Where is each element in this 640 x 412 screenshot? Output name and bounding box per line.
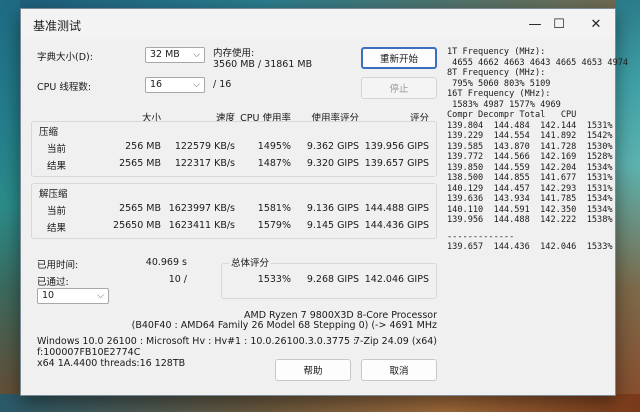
stop-button[interactable]: 停止 [361,77,437,99]
compress-current-cpu: 1495% [257,141,291,152]
decompress-result-speed: 1623411 KB/s [168,220,235,231]
log-line: 140.110 144.591 142.350 1534% [447,204,613,215]
dict-size-value: 32 MB [150,49,180,60]
os-info: Windows 10.0 26100 : Microsoft Hv : Hv#1… [37,336,357,347]
log-line: 139.850 144.559 142.204 1534% [447,162,613,173]
compress-result-label: 结果 [47,161,67,172]
log-line: 138.500 144.855 141.677 1531% [447,173,613,183]
window-title: 基准测试 [33,19,82,33]
arch-info: x64 1A.4400 threads:16 128TB [37,358,186,369]
decompress-current-size: 2565 MB [119,203,161,214]
log-line: 139.956 144.488 142.222 1538% [447,215,613,225]
passes-select-value: 10 [42,290,55,301]
compress-result-cpu: 1487% [257,158,291,169]
chevron-down-icon: ⌵ [97,291,104,301]
log-line: 139.772 144.566 142.169 1528% [447,152,613,162]
cancel-button[interactable]: 取消 [361,359,437,381]
total-rating: 142.046 GIPS [364,274,429,285]
log-line: 1T Frequency (MHz): [447,47,546,57]
passes-label: 已通过: [37,277,69,288]
log-line: Compr Decompr Total CPU [447,110,577,120]
passes-value: 10 / [168,274,187,285]
compress-result-size: 2565 MB [119,158,161,169]
log-line: 795% 5060 803% 5109 [447,78,551,89]
passes-select[interactable]: 10 ⌵ [37,288,109,304]
cpu-threads-total: / 16 [213,79,232,90]
compress-current-rating: 139.956 GIPS [364,141,429,152]
compress-title: 压缩 [39,127,59,138]
restart-button[interactable]: 重新开始 [361,47,437,69]
compress-current-rpu: 9.362 GIPS [306,141,359,152]
desktop-wallpaper-left [0,0,20,412]
dict-size-label: 字典大小(D): [37,52,93,63]
log-line: 4655 4662 4663 4643 4665 4653 4974 [447,57,629,68]
compress-current-speed: 122579 KB/s [174,141,235,152]
chevron-down-icon: ⌵ [193,50,200,60]
decompress-current-speed: 1623997 KB/s [168,203,235,214]
decompress-title: 解压缩 [39,189,68,200]
cpu-threads-label: CPU 线程数: [37,82,92,93]
maximize-button[interactable]: ☐ [539,9,579,39]
memory-value: 3560 MB / 31861 MB [213,59,313,70]
compress-result-rating: 139.657 GIPS [364,158,429,169]
decompress-result-rpu: 9.145 GIPS [306,220,359,231]
log-line: 1583% 4987 1577% 4969 [447,99,561,110]
log-line: 139.804 144.484 142.144 1531% [447,120,613,131]
cpu-threads-select[interactable]: 16 ⌵ [145,77,205,93]
decompress-current-rating: 144.488 GIPS [364,203,429,214]
help-button[interactable]: 帮助 [275,359,351,381]
close-button[interactable]: ✕ [576,9,616,39]
log-line: 139.585 143.870 141.728 1530% [447,141,613,152]
decompress-result-size: 25650 MB [113,220,161,231]
compress-current-label: 当前 [47,144,67,155]
compress-result-speed: 122317 KB/s [174,158,235,169]
log-line: 16T Frequency (MHz): [447,89,551,99]
app-version: 7-Zip 24.09 (x64) [353,336,437,347]
log-separator: ------------- [447,231,515,242]
cpu-threads-value: 16 [150,79,163,90]
system-flags: f:100007FB10E2774C [37,347,141,358]
total-rating-title: 总体评分 [229,255,272,269]
compress-result-rpu: 9.320 GIPS [306,158,359,169]
log-line: 140.129 144.457 142.293 1531% [447,183,613,194]
benchmark-log-panel: 1T Frequency (MHz): 4655 4662 4663 4643 … [447,47,629,253]
elapsed-label: 已用时间: [37,260,79,271]
cpu-details: (B40F40 : AMD64 Family 26 Model 68 Stepp… [131,320,437,331]
log-line: 8T Frequency (MHz): [447,68,546,78]
dict-size-select[interactable]: 32 MB ⌵ [145,47,205,63]
desktop-wallpaper-bottom [0,394,640,412]
log-line: 139.657 144.436 142.046 1533% [447,242,613,252]
title-bar[interactable]: 基准测试 — ☐ ✕ [21,9,615,39]
total-cpu: 1533% [257,274,291,285]
decompress-current-rpu: 9.136 GIPS [306,203,359,214]
chevron-down-icon: ⌵ [193,80,200,90]
log-line: 139.636 143.934 141.785 1534% [447,194,613,204]
total-rpu: 9.268 GIPS [306,274,359,285]
compress-current-size: 256 MB [125,141,161,152]
log-line: 139.229 144.554 141.892 1542% [447,131,613,141]
decompress-result-label: 结果 [47,223,67,234]
memory-label: 内存使用: [213,48,255,59]
decompress-current-label: 当前 [47,206,67,217]
decompress-current-cpu: 1581% [257,203,291,214]
decompress-result-rating: 144.436 GIPS [364,220,429,231]
elapsed-value: 40.969 s [145,257,187,268]
decompress-result-cpu: 1579% [257,220,291,231]
benchmark-dialog: 基准测试 — ☐ ✕ 字典大小(D): 32 MB ⌵ CPU 线程数: 16 … [20,8,629,396]
